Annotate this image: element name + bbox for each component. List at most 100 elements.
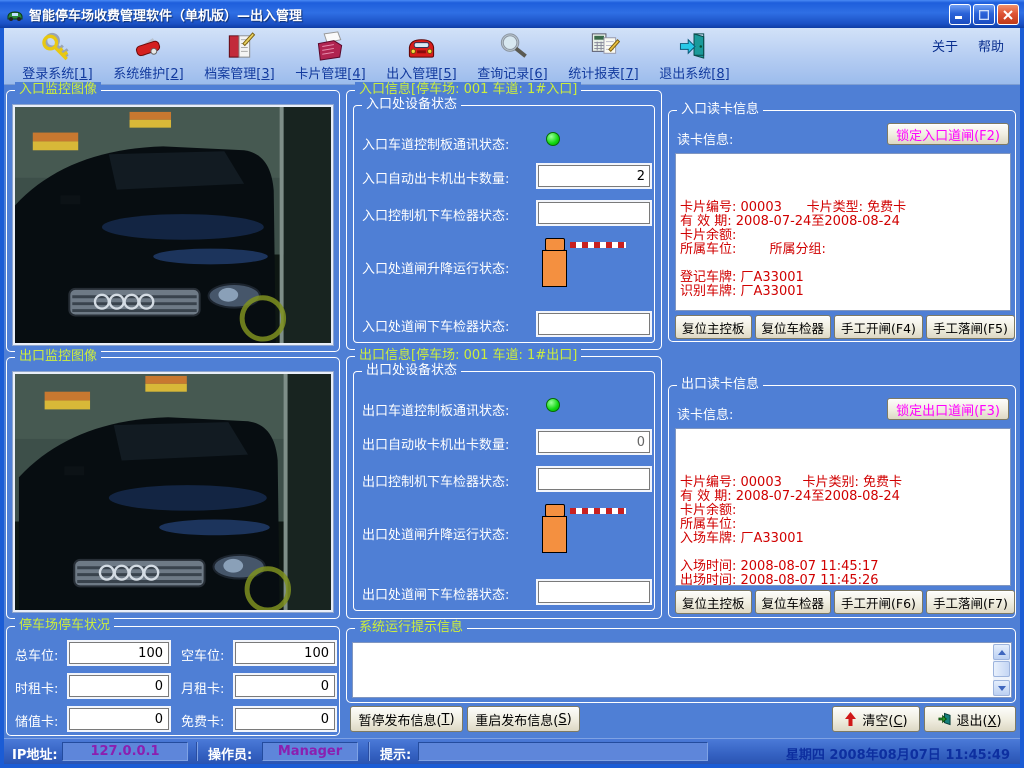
search-icon (496, 30, 529, 62)
toolbar-login-button[interactable]: 登录系统[1] (12, 30, 103, 82)
exit-camera-image (13, 372, 333, 612)
entrance-ctrl-detector-label: 入口控制机下车检器状态: (362, 205, 509, 224)
stored-card-label: 储值卡: (15, 711, 58, 730)
entrance-reset-mainboard-button[interactable]: 复位主控板 (675, 315, 752, 339)
toolbar-report-label: 统计报表[7] (568, 63, 638, 82)
scroll-up-icon (998, 650, 1006, 655)
system-messages-listbox[interactable]: 2008-08-07 11:45:28: 1#出口 控制机下车走2008-08-… (352, 642, 1012, 698)
free-spaces-value[interactable] (235, 642, 335, 664)
entrance-reader-info-label: 读卡信息: (677, 129, 733, 148)
exit-device-status-group: 出口处设备状态 出口车道控制板通讯状态: 出口自动收卡机出卡数量: 出口控制机下… (353, 371, 655, 611)
toolbar-login-label: 登录系统[1] (22, 63, 92, 82)
lock-exit-gate-button[interactable]: 锁定出口道闸(F3) (887, 398, 1009, 420)
toolbar-archive-button[interactable]: 档案管理[3] (194, 30, 285, 82)
exit-arrow-icon (938, 712, 951, 726)
entrance-manual-open-button[interactable]: 手工开闸(F4) (834, 315, 923, 339)
client-area: 入口监控图像 (4, 85, 1020, 738)
scrollbar-thumb[interactable] (993, 661, 1010, 677)
exit-info-panel: 出口信息[停车场: 001 车道: 1#出口] 出口处设备状态 出口车道控制板通… (346, 356, 662, 619)
exit-collect-count-input[interactable] (538, 431, 650, 453)
entrance-gate-detector-input[interactable] (538, 313, 650, 335)
toolbar-card-button[interactable]: 卡片管理[4] (285, 30, 376, 82)
hourly-card-value[interactable] (69, 675, 169, 697)
tip-value (418, 742, 708, 761)
exit-gate-detector-input[interactable] (538, 581, 650, 603)
stored-card-value[interactable] (69, 708, 169, 730)
toolbar-exit-button[interactable]: 退出系统[8] (649, 30, 740, 82)
tools-icon (132, 30, 165, 62)
app-icon (6, 6, 24, 22)
exit-reader-info-label: 读卡信息: (677, 404, 733, 423)
clear-messages-button[interactable]: 清空(C) (832, 706, 920, 732)
exit-ctrl-detector-label: 出口控制机下车检器状态: (362, 471, 509, 490)
exit-camera-panel: 出口监控图像 (6, 357, 340, 619)
exit-ctrl-detector-input[interactable] (538, 468, 650, 490)
messages-scrollbar[interactable] (993, 644, 1010, 696)
maximize-button[interactable] (973, 4, 995, 25)
exit-reset-mainboard-button[interactable]: 复位主控板 (675, 590, 752, 614)
entrance-comm-status-light (546, 132, 560, 146)
clear-messages-label: 清空(C) (862, 710, 907, 729)
minimize-button[interactable] (949, 4, 971, 25)
tip-label: 提示: (380, 744, 411, 763)
exit-barrier-status-label: 出口处道闸升降运行状态: (362, 524, 509, 543)
entrance-ctrl-detector-input[interactable] (538, 202, 650, 224)
exit-manual-close-button[interactable]: 手工落闸(F7) (926, 590, 1015, 614)
exit-comm-status-light (546, 398, 560, 412)
toolbar-archive-label: 档案管理[3] (204, 63, 274, 82)
entrance-manual-close-button[interactable]: 手工落闸(F5) (926, 315, 1015, 339)
exit-manual-open-button[interactable]: 手工开闸(F6) (834, 590, 923, 614)
window-title: 智能停车场收费管理软件（单机版）—出入管理 (29, 5, 302, 24)
total-spaces-value[interactable] (69, 642, 169, 664)
toolbar-exit-label: 退出系统[8] (659, 63, 729, 82)
restart-publish-button[interactable]: 重启发布信息(S) (467, 706, 580, 732)
entrance-info-panel: 入口信息[停车场: 001 车道: 1#入口] 入口处设备状态 入口车道控制板通… (346, 90, 662, 350)
card-info-line: 有 效 期: 2008-07-24至2008-08-24 (680, 215, 1010, 229)
exit-module-button[interactable]: 退出(X) (924, 706, 1016, 732)
card-info-line: 识别车牌: 厂A33001 (680, 285, 1010, 299)
close-button[interactable] (997, 4, 1019, 25)
card-info-line: 登记车牌: 厂A33001 (680, 271, 1010, 285)
statusbar-datetime: 星期四 2008年08月07日 11:45:49 (786, 744, 1010, 763)
statusbar-separator (196, 742, 198, 761)
minimize-icon (955, 10, 965, 19)
ip-address-label: IP地址: (12, 744, 58, 763)
free-card-label: 免费卡: (181, 711, 224, 730)
pause-publish-button[interactable]: 暂停发布信息(T) (350, 706, 463, 732)
system-messages-panel: 系统运行提示信息 2008-08-07 11:45:28: 1#出口 控制机下车… (346, 628, 1016, 703)
entrance-dispense-count-input[interactable] (538, 165, 650, 187)
scroll-down-button[interactable] (993, 680, 1010, 696)
free-card-value[interactable] (235, 708, 335, 730)
card-info-line (680, 299, 1010, 311)
toolbar-maintenance-label: 系统维护[2] (113, 63, 183, 82)
system-messages-list: 2008-08-07 11:45:28: 1#出口 控制机下车走2008-08-… (355, 644, 993, 696)
help-link[interactable]: 帮助 (978, 36, 1004, 55)
card-file-icon (314, 30, 347, 62)
toolbar-query-button[interactable]: 查询记录[6] (467, 30, 558, 82)
entrance-reader-panel: 入口读卡信息 读卡信息: 锁定入口道闸(F2) 卡片编号: 00003 卡片类型… (668, 110, 1016, 342)
parking-status-title: 停车场停车状况 (15, 618, 114, 634)
about-link[interactable]: 关于 (932, 36, 958, 55)
toolbar-inout-button[interactable]: 出入管理[5] (376, 30, 467, 82)
entrance-reset-detector-button[interactable]: 复位车检器 (755, 315, 832, 339)
hourly-card-label: 时租卡: (15, 678, 58, 697)
app-window: 智能停车场收费管理软件（单机版）—出入管理 登录系统[1] (0, 0, 1024, 768)
statusbar-separator (368, 742, 370, 761)
free-spaces-label: 空车位: (181, 645, 224, 664)
exit-reset-detector-button[interactable]: 复位车检器 (755, 590, 832, 614)
main-toolbar: 登录系统[1] 系统维护[2] 档案管理[3] (4, 28, 1020, 85)
card-info-line: 卡片余额: (680, 229, 1010, 243)
entrance-dispense-count-label: 入口自动出卡机出卡数量: (362, 168, 509, 187)
close-icon (1003, 10, 1013, 20)
toolbar-maintenance-button[interactable]: 系统维护[2] (103, 30, 194, 82)
exit-card-info-text: 卡片编号: 00003 卡片类别: 免费卡有 效 期: 2008-07-24至2… (675, 428, 1011, 586)
entrance-camera-image (13, 105, 333, 345)
lock-entrance-gate-button[interactable]: 锁定入口道闸(F2) (887, 123, 1009, 145)
card-info-line: 出场时间: 2008-08-07 11:45:26 (680, 574, 1010, 586)
entrance-info-title: 入口信息[停车场: 001 车道: 1#入口] (355, 82, 581, 98)
exit-reader-title: 出口读卡信息 (677, 377, 763, 393)
scroll-up-button[interactable] (993, 644, 1010, 660)
toolbar-report-button[interactable]: 统计报表[7] (558, 30, 649, 82)
monthly-card-value[interactable] (235, 675, 335, 697)
entrance-barrier-gate-icon (542, 238, 628, 288)
